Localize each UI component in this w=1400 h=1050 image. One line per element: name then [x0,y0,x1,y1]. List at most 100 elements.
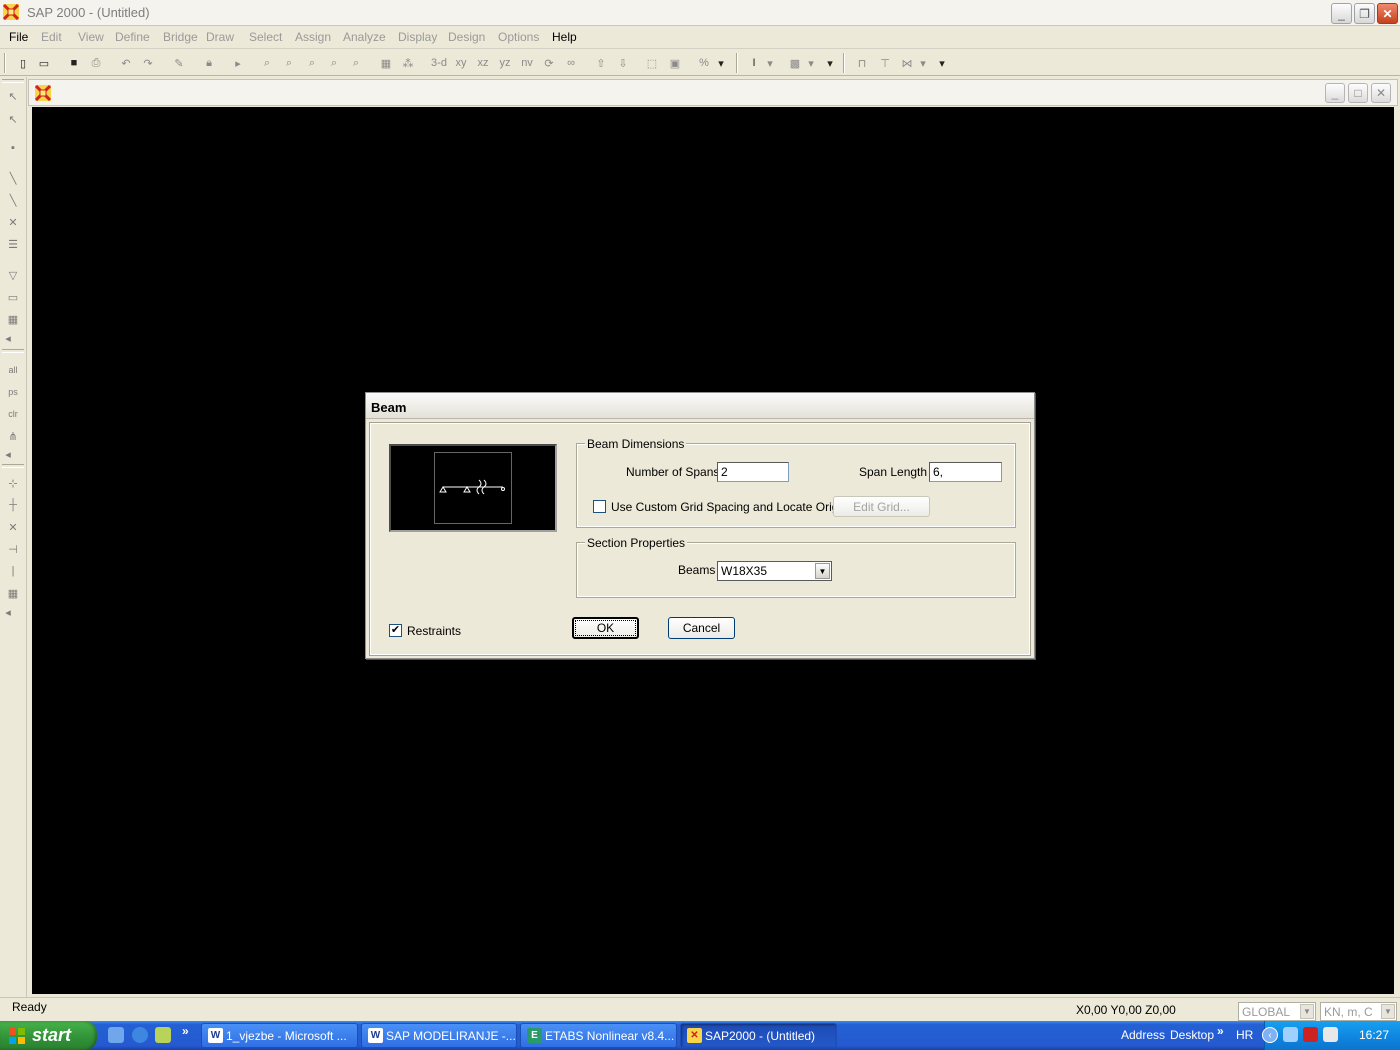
menu-draw[interactable]: Draw [206,30,234,44]
draw-braces-icon[interactable]: ✕ [4,213,22,231]
cancel-button[interactable]: Cancel [668,617,735,639]
menu-options[interactable]: Options [498,30,539,44]
menu-assign[interactable]: Assign [295,30,331,44]
quick-launch-chevron-icon[interactable]: » [182,1024,189,1038]
task-word-sap-modeliranje[interactable]: W SAP MODELIRANJE -... [361,1023,517,1048]
i-beam-section-icon[interactable]: I [745,54,763,72]
draw-frame-icon[interactable]: ⊓ [853,54,871,72]
quick-draw-area-icon[interactable]: ▦ [4,310,22,328]
area-section-icon[interactable]: ▩ [786,54,804,72]
chevron-down-icon[interactable]: ▼ [1381,1004,1395,1019]
model-window-titlebar[interactable]: _ □ ✕ [28,79,1398,106]
save-icon[interactable]: ■ [65,54,83,72]
clock[interactable]: 16:27 [1359,1028,1389,1042]
view-nv-button[interactable]: nv [518,54,536,72]
ati-icon[interactable] [1303,1027,1318,1042]
chevron-down-icon[interactable]: ▾ [936,54,948,72]
move-up-icon[interactable]: ⇧ [592,54,610,72]
view-yz-button[interactable]: yz [496,54,514,72]
chevron-down-icon[interactable]: ▼ [1300,1004,1314,1019]
print-icon[interactable]: ⎙ [87,54,105,72]
menu-display[interactable]: Display [398,30,437,44]
toolbar-chevron-icon[interactable]: » [1217,1024,1224,1038]
draw-rect-area-icon[interactable]: ▭ [4,288,22,306]
draw-secondary-beams-icon[interactable]: ☰ [4,235,22,253]
snap-fine-grid-icon[interactable]: ▦ [4,584,22,602]
draw-cable-icon[interactable]: ⊤ [876,54,894,72]
view-xz-button[interactable]: xz [474,54,492,72]
reshape-icon[interactable]: ↖ [4,110,22,128]
menu-analyze[interactable]: Analyze [343,30,386,44]
chevron-down-icon[interactable]: ▾ [764,54,776,72]
language-indicator[interactable]: HR [1236,1028,1253,1042]
menu-help[interactable]: Help [552,30,577,44]
zoom-out-icon[interactable]: ⌕ [325,54,343,72]
quick-draw-frame-icon[interactable]: ╲ [4,191,22,209]
snap-lines-edges-icon[interactable]: | [4,562,22,580]
snap-perpendicular-icon[interactable]: ⊣ [4,540,22,558]
menu-select[interactable]: Select [249,30,282,44]
snap-midpoint-icon[interactable]: ┼ [4,496,22,514]
view-3d-button[interactable]: 3-d [428,54,450,72]
sap2000-app-icon[interactable] [3,4,19,20]
network-icon[interactable] [1283,1027,1298,1042]
toolbar-grip[interactable] [2,349,24,353]
title-bar[interactable]: SAP 2000 - (Untitled) _ ❐ ✕ [0,0,1400,26]
outlook-express-icon[interactable] [108,1027,124,1043]
ok-button[interactable]: OK [572,617,639,639]
pointer-icon[interactable]: ↖ [4,87,22,105]
chevron-left-icon[interactable]: ◂ [4,603,12,621]
child-close-button[interactable]: ✕ [1371,83,1391,103]
chevron-down-icon[interactable]: ▾ [715,54,727,72]
dialog-titlebar[interactable]: Beam [366,393,1034,419]
volume-icon[interactable] [1323,1027,1338,1042]
desktop-toolbar-label[interactable]: Desktop [1170,1028,1214,1042]
new-file-icon[interactable]: ▯ [14,54,32,72]
coordinate-system-select[interactable]: GLOBAL ▼ [1238,1002,1316,1021]
snap-intersection-icon[interactable]: ✕ [4,518,22,536]
get-previous-selection-icon[interactable]: ⬚ [643,54,661,72]
menu-bridge[interactable]: Bridge [163,30,198,44]
previous-selection-button[interactable]: ps [4,383,22,401]
zoom-restore-icon[interactable]: ⌕ [280,54,298,72]
internet-explorer-icon[interactable] [132,1027,148,1043]
number-of-spans-input[interactable]: 2 [717,462,789,482]
minimize-button[interactable]: _ [1331,3,1352,24]
restraints-checkbox[interactable]: ✔ [389,624,402,637]
sap2000-app-icon[interactable] [35,85,51,101]
close-button[interactable]: ✕ [1377,3,1398,24]
open-folder-icon[interactable]: ▭ [35,54,53,72]
refresh-window-icon[interactable]: ▦ [377,54,395,72]
toolbar-grip[interactable] [2,79,24,83]
show-hidden-icons-icon[interactable]: ‹ [1262,1027,1278,1043]
chevron-down-icon[interactable]: ▾ [824,54,836,72]
perspective-icon[interactable]: ∞ [562,54,580,72]
draw-joint-icon[interactable]: ▪ [4,139,22,157]
draw-frame-icon[interactable]: ╲ [4,169,22,187]
zoom-window-icon[interactable]: ⌕ [258,54,276,72]
undo-icon[interactable]: ↶ [117,54,135,72]
lock-icon[interactable]: 🔒︎ [200,54,218,72]
menu-file[interactable]: File [9,30,28,44]
intersecting-line-select-icon[interactable]: ⋔ [4,427,22,445]
clear-selection-button[interactable]: clr [4,405,22,423]
chevron-down-icon[interactable]: ▾ [805,54,817,72]
quick-launch-app-icon[interactable] [155,1027,171,1043]
task-word-vjezbe[interactable]: W 1_vjezbe - Microsoft ... [201,1023,358,1048]
restore-button[interactable]: ❐ [1354,3,1375,24]
draw-link-icon[interactable]: ⋈ [898,54,916,72]
start-button[interactable]: start [0,1021,97,1050]
pencil-icon[interactable]: ✎ [170,54,188,72]
run-analysis-icon[interactable]: ▸ [229,54,247,72]
draw-poly-area-icon[interactable]: ▽ [4,266,22,284]
task-etabs[interactable]: E ETABS Nonlinear v8.4... [520,1023,677,1048]
zoom-in-icon[interactable]: ⌕ [303,54,321,72]
menu-edit[interactable]: Edit [41,30,62,44]
chevron-left-icon[interactable]: ◂ [4,329,12,347]
snap-joints-icon[interactable]: ⊹ [4,474,22,492]
toolbar-grip[interactable] [4,53,6,73]
redo-icon[interactable]: ↷ [139,54,157,72]
menu-define[interactable]: Define [115,30,150,44]
select-all-button[interactable]: all [4,361,22,379]
chevron-down-icon[interactable]: ▾ [917,54,929,72]
